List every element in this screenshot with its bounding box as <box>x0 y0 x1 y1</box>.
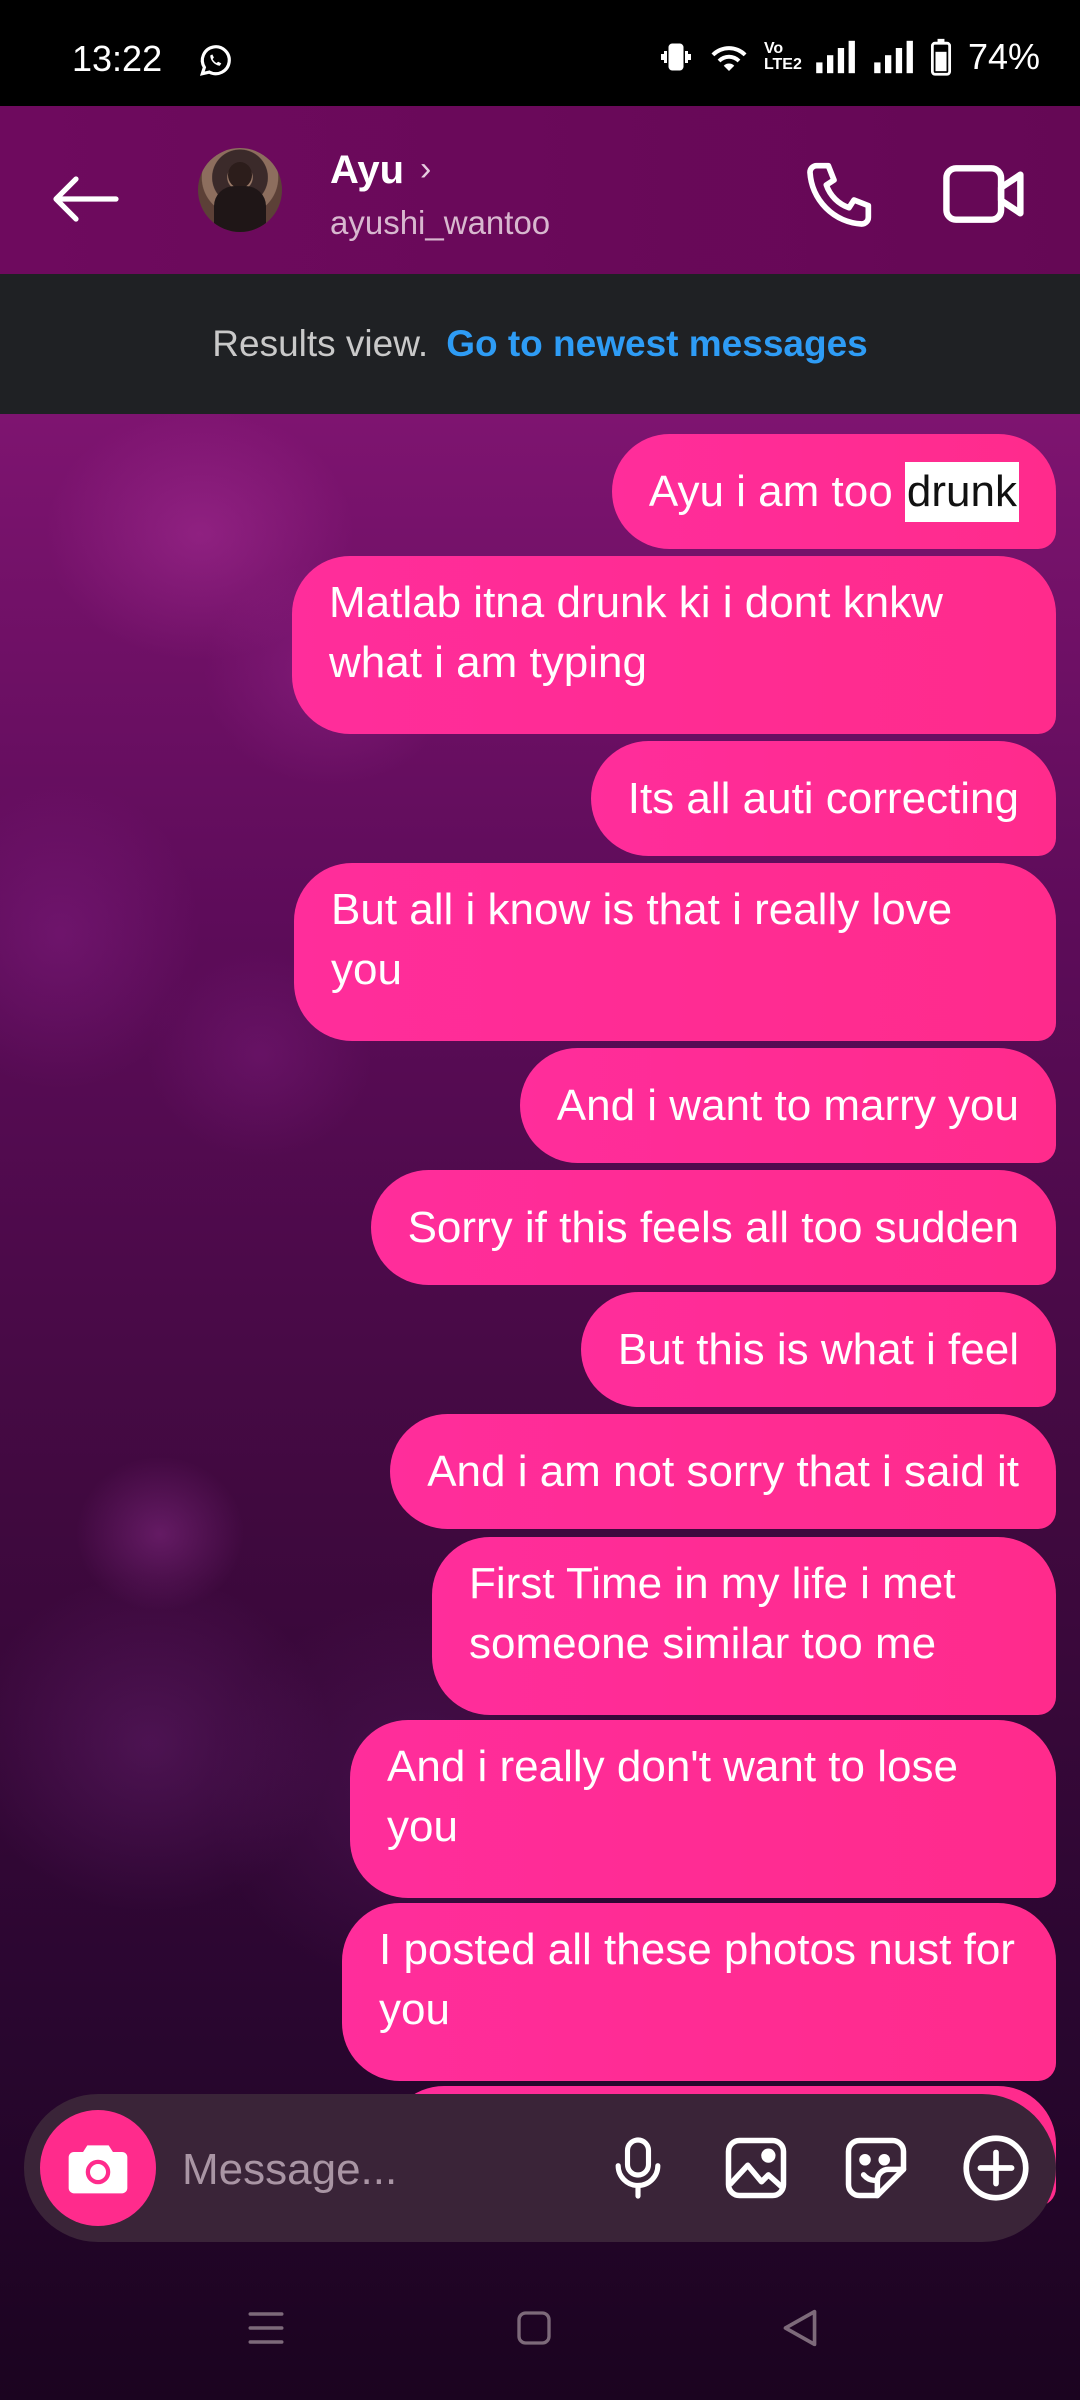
message-text: And i want to marry you <box>556 1080 1019 1130</box>
back-nav-button[interactable] <box>770 2298 830 2358</box>
sticker-icon <box>845 2137 907 2199</box>
back-button[interactable] <box>40 154 130 244</box>
message-bubble[interactable]: Its all auti correcting <box>590 741 1056 856</box>
message-bubble[interactable]: I posted all these photos nust for you <box>342 1903 1056 2081</box>
message-bubble[interactable]: Matlab itna drunk ki i dont knkw what i … <box>292 556 1056 734</box>
network-label: Vo LTE2 <box>763 40 802 73</box>
microphone-icon <box>615 2137 661 2199</box>
message-bubble[interactable]: But this is what i feel <box>580 1292 1056 1407</box>
message-bubble[interactable]: First Time in my life i met someone simi… <box>432 1537 1056 1715</box>
battery-percent: 74% <box>967 36 1040 77</box>
video-icon[interactable] <box>940 154 1030 234</box>
recents-button[interactable] <box>236 2298 296 2358</box>
chevron-right-icon: › <box>420 150 432 188</box>
message-text: But all i know is that i really love you <box>331 885 953 994</box>
system-nav-bar <box>0 2250 1080 2400</box>
message-composer <box>24 2094 1056 2242</box>
camera-button[interactable] <box>40 2110 156 2226</box>
home-icon <box>517 2311 551 2345</box>
message-text: Sorry if this feels all too sudden <box>407 1202 1019 1252</box>
message-bubble[interactable]: And i want to marry you <box>519 1048 1056 1163</box>
message-bubble[interactable]: But all i know is that i really love you <box>294 863 1056 1041</box>
gallery-icon <box>725 2137 787 2199</box>
contact-handle[interactable]: ayushi_wantoo <box>330 204 550 242</box>
signal-icon <box>874 40 913 74</box>
more-button[interactable] <box>958 2130 1034 2206</box>
gallery-button[interactable] <box>718 2130 794 2206</box>
avatar[interactable] <box>198 148 282 232</box>
home-button[interactable] <box>504 2298 564 2358</box>
status-icons: Vo LTE2 74% <box>658 36 1040 78</box>
menu-icon <box>248 2312 284 2344</box>
chat-header: Ayu › ayushi_wantoo <box>0 106 1080 274</box>
contact-name[interactable]: Ayu <box>330 148 404 193</box>
plus-circle-icon <box>963 2135 1029 2201</box>
camera-icon <box>68 2145 128 2194</box>
signal-icon <box>816 40 855 74</box>
go-to-newest-link[interactable]: Go to newest messages <box>446 323 868 365</box>
phone-icon[interactable] <box>800 154 880 234</box>
message-text: Ayu i am too <box>648 466 905 516</box>
message-text: First Time in my life i met someone simi… <box>469 1559 956 1668</box>
message-text: I posted all these photos nust for you <box>379 1925 1015 2034</box>
vibrate-icon <box>660 43 691 71</box>
results-bar: Results view. Go to newest messages <box>0 274 1080 414</box>
microphone-button[interactable] <box>600 2130 676 2206</box>
message-text: Matlab itna drunk ki i dont knkw what i … <box>329 578 943 687</box>
message-bubble[interactable]: Sorry if this feels all too sudden <box>370 1170 1056 1285</box>
message-input[interactable] <box>180 2134 564 2206</box>
back-arrow-icon <box>53 176 119 222</box>
sticker-button[interactable] <box>838 2130 914 2206</box>
message-text: Its all auti correcting <box>627 773 1019 823</box>
status-bar: 13:22 Vo LTE2 74% <box>0 0 1080 106</box>
search-highlight: drunk <box>904 461 1019 522</box>
wifi-icon <box>711 46 747 71</box>
status-time: 13:22 <box>72 38 163 79</box>
message-bubble[interactable]: Ayu i am too drunk <box>611 434 1056 549</box>
back-icon <box>783 2309 817 2347</box>
message-bubble[interactable]: And i really don't want to lose you <box>350 1720 1056 1898</box>
message-text: And i am not sorry that i said it <box>427 1446 1019 1496</box>
message-text: And i really don't want to lose you <box>387 1742 958 1851</box>
whatsapp-icon <box>199 45 231 76</box>
message-bubble[interactable]: And i am not sorry that i said it <box>390 1414 1056 1529</box>
message-text: But this is what i feel <box>617 1324 1019 1374</box>
battery-icon <box>930 38 951 76</box>
results-label: Results view. <box>212 323 429 364</box>
